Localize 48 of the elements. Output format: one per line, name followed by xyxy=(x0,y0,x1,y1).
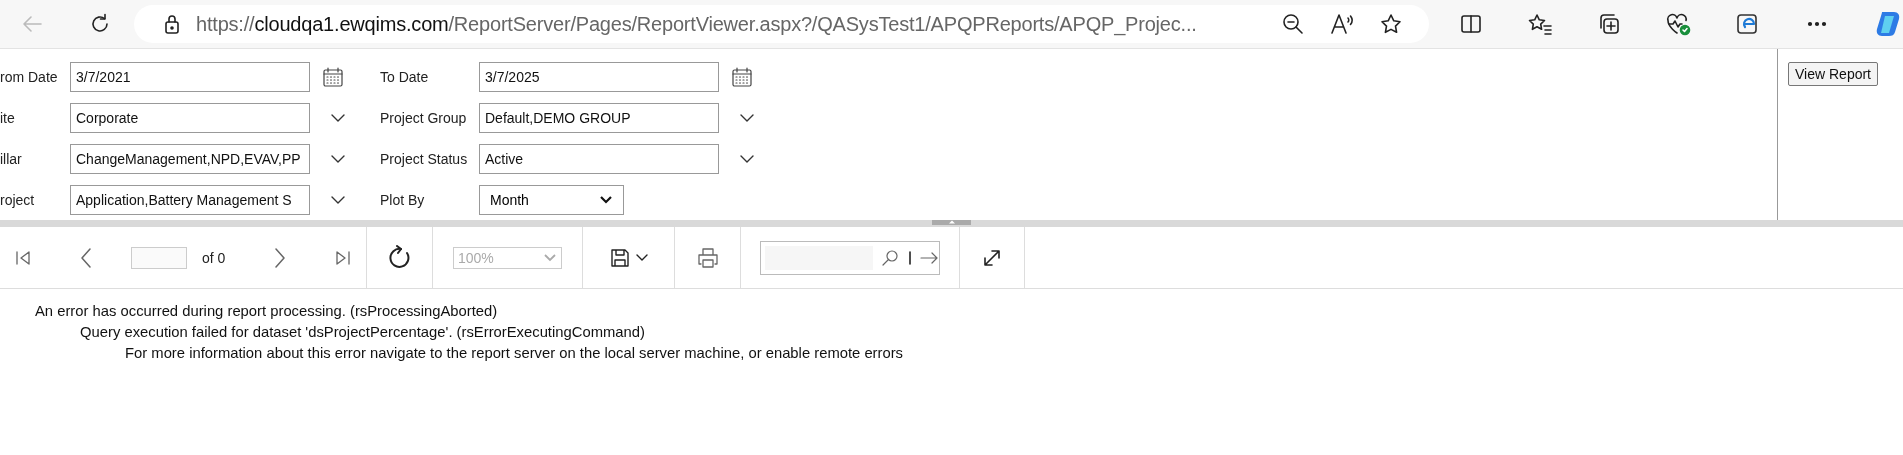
find-field[interactable] xyxy=(760,240,940,275)
error-message: For more information about this error navigate to the report server on the local server machine, or enable remote errors xyxy=(124,344,905,363)
chevron-down-icon xyxy=(543,252,557,263)
star-icon[interactable] xyxy=(1379,12,1403,36)
multi-select-field[interactable]: Active xyxy=(479,143,719,174)
date-field[interactable]: 3/7/2025 xyxy=(479,61,719,92)
chevron-down-icon[interactable] xyxy=(330,153,346,164)
lock-icon xyxy=(162,13,182,35)
parameter-label: illar xyxy=(0,150,23,167)
error-message: Query execution failed for dataset 'dsProjectPercentage'. (rsErrorExecutingCommand) xyxy=(79,323,646,342)
health-icon[interactable] xyxy=(1665,12,1691,36)
parameter-label: Plot By xyxy=(380,191,426,208)
error-message: An error has occurred during report processing. (rsProcessingAborted) xyxy=(35,302,499,321)
read-aloud-icon[interactable] xyxy=(1329,12,1355,36)
multi-select-field[interactable]: Application,Battery Management S xyxy=(70,184,310,215)
multi-select-field[interactable]: Default,DEMO GROUP xyxy=(479,102,719,133)
chevron-down-icon xyxy=(599,194,613,205)
parameter-label: roject xyxy=(0,191,36,208)
favorites-icon[interactable] xyxy=(1527,12,1553,36)
save-icon[interactable] xyxy=(608,246,631,269)
view-report-button[interactable]: View Report xyxy=(1788,62,1878,86)
collections-icon[interactable] xyxy=(1597,12,1621,36)
chevron-down-icon[interactable] xyxy=(739,153,755,164)
full-screen-icon[interactable] xyxy=(982,247,1002,268)
splitter-handle[interactable] xyxy=(932,220,971,225)
calendar-icon[interactable] xyxy=(322,65,344,88)
parameter-label: rom Date xyxy=(0,68,59,85)
search-icon[interactable] xyxy=(881,248,899,267)
parameter-label: Project Status xyxy=(380,150,469,167)
multi-select-field[interactable]: ChangeManagement,NPD,EVAV,PP xyxy=(70,143,310,174)
url-text: https://cloudqa1.ewqims.com/ReportServer/Pages/ReportViewer.aspx?/QASysTest1/APQPReports/APQP_Projec... xyxy=(196,12,1197,36)
chevron-down-icon[interactable] xyxy=(330,112,346,123)
page-number-field[interactable] xyxy=(130,246,187,269)
split-screen-icon[interactable] xyxy=(1459,12,1483,36)
parameter-label: To Date xyxy=(380,68,430,85)
calendar-icon[interactable] xyxy=(731,65,753,88)
plot-by-dropdown[interactable]: Month xyxy=(479,184,624,215)
chevron-down-icon[interactable] xyxy=(739,112,755,123)
chevron-down-icon[interactable] xyxy=(330,194,346,205)
parameter-label: ite xyxy=(0,109,16,126)
print-icon[interactable] xyxy=(695,245,720,270)
parameter-label: Project Group xyxy=(380,109,468,126)
zoom-out-icon[interactable] xyxy=(1281,12,1305,36)
caret-icon[interactable] xyxy=(634,252,649,263)
address-bar[interactable]: https://cloudqa1.ewqims.com/ReportServer/Pages/ReportViewer.aspx?/QASysTest1/APQPReports/APQP_Projec... xyxy=(134,5,1429,43)
multi-select-field[interactable]: Corporate xyxy=(70,102,310,133)
date-field[interactable]: 3/7/2021 xyxy=(70,61,310,92)
page-count: of 0 xyxy=(202,249,226,266)
